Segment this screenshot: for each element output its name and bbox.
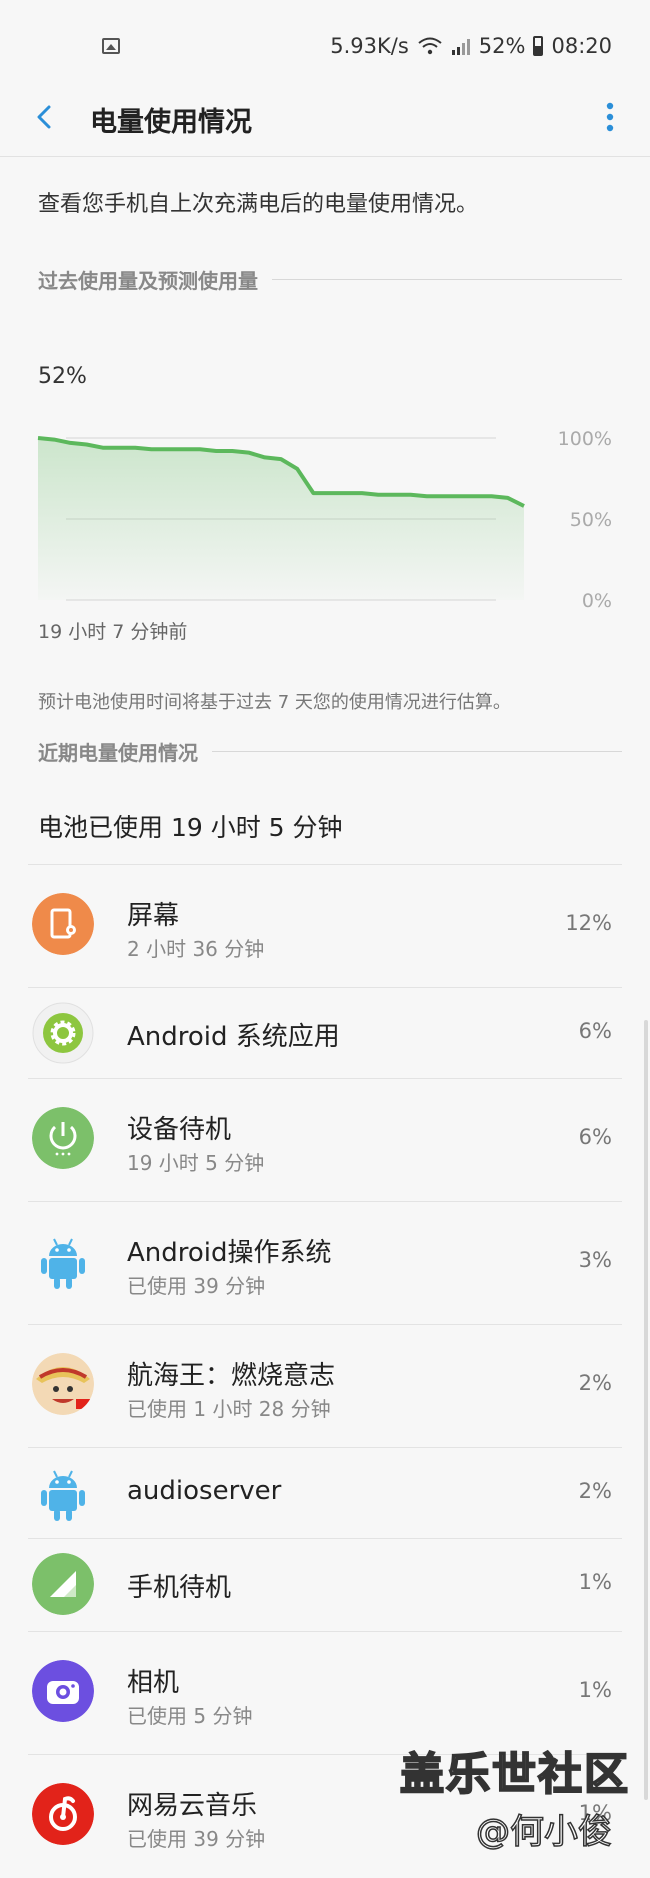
section-header-recent: 近期电量使用情况: [38, 737, 622, 766]
divider: [272, 279, 622, 280]
y-tick-label: 50%: [570, 509, 612, 531]
app-name: 设备待机: [127, 1115, 232, 1145]
wifi-icon: [418, 37, 442, 55]
battery-used-total: 电池已使用 19 小时 5 分钟: [38, 813, 343, 842]
app-usage-time: 已使用 1 小时 28 分钟: [127, 1397, 331, 1421]
status-bar: 5.93K/s 52% 08:20: [0, 0, 650, 80]
netease-music-icon: [32, 1783, 94, 1845]
app-usage-time: 已使用 39 分钟: [127, 1274, 266, 1298]
app-usage-percent: 12%: [565, 911, 612, 935]
list-item[interactable]: Android操作系统 已使用 39 分钟 3%: [28, 1201, 622, 1324]
app-name: 航海王：燃烧意志: [127, 1361, 336, 1391]
app-usage-time: 已使用 5 分钟: [127, 1704, 253, 1728]
app-usage-time: 2 小时 36 分钟: [127, 937, 265, 961]
battery-icon: [533, 36, 544, 56]
camera-icon: [32, 1660, 94, 1722]
android-icon: [41, 1238, 85, 1289]
app-name: 手机待机: [127, 1573, 232, 1603]
app-usage-percent: 6%: [578, 1125, 612, 1149]
y-tick-label: 100%: [558, 428, 612, 450]
app-usage-percent: 1%: [578, 1678, 612, 1702]
game-icon: [32, 1353, 94, 1415]
intro-text: 查看您手机自上次充满电后的电量使用情况。: [38, 192, 479, 217]
app-name: Android 系统应用: [127, 1022, 340, 1052]
usage-area: [38, 438, 524, 600]
android-system-icon: [32, 1002, 94, 1064]
clock: 08:20: [551, 34, 612, 58]
app-usage-time: 19 小时 5 分钟: [127, 1151, 265, 1175]
scrollbar[interactable]: [644, 1020, 648, 1800]
signal-icon: [32, 1553, 94, 1615]
app-usage-percent: 2%: [578, 1371, 612, 1395]
more-options-icon[interactable]: [606, 102, 614, 132]
list-item[interactable]: 屏幕 2 小时 36 分钟 12%: [28, 864, 622, 987]
cellular-signal-icon: [451, 39, 470, 55]
screen-icon: [32, 893, 94, 955]
app-usage-percent: 3%: [578, 1248, 612, 1272]
list-item[interactable]: Android 系统应用 6%: [28, 987, 622, 1078]
app-bar: 电量使用情况: [0, 80, 650, 157]
network-speed: 5.93K/s: [330, 34, 409, 58]
y-tick-label: 0%: [582, 590, 612, 612]
list-item[interactable]: 手机待机 1%: [28, 1538, 622, 1631]
app-usage-list: 屏幕 2 小时 36 分钟 12% Android 系统应用 6% 设备待机 1…: [28, 864, 622, 1877]
app-name: Android操作系统: [127, 1238, 332, 1268]
battery-chart-svg: 52% 100% 50% 0% 19 小时 7 分钟前: [37, 364, 612, 643]
x-axis-label: 19 小时 7 分钟前: [38, 621, 187, 643]
app-usage-percent: 2%: [578, 1479, 612, 1503]
estimate-note: 预计电池使用时间将基于过去 7 天您的使用情况进行估算。: [38, 692, 511, 713]
power-icon: [32, 1107, 94, 1169]
page-title: 电量使用情况: [90, 107, 252, 138]
section-title: 过去使用量及预测使用量: [38, 269, 258, 293]
section-title: 近期电量使用情况: [38, 741, 198, 765]
list-item[interactable]: audioserver 2%: [28, 1447, 622, 1538]
app-name: 屏幕: [127, 901, 180, 931]
back-arrow-icon[interactable]: [30, 102, 60, 132]
divider: [212, 751, 622, 752]
watermark-title: 盖乐世社区: [399, 1748, 630, 1801]
list-item[interactable]: 设备待机 19 小时 5 分钟 6%: [28, 1078, 622, 1201]
battery-chart: 52% 100% 50% 0% 19 小时 7 分钟前: [0, 360, 650, 650]
app-name: 网易云音乐: [127, 1791, 258, 1821]
list-item[interactable]: 航海王：燃烧意志 已使用 1 小时 28 分钟 2%: [28, 1324, 622, 1447]
app-name: 相机: [127, 1668, 180, 1698]
watermark-author: @何小俊: [475, 1811, 613, 1853]
image-notification-icon: [102, 38, 120, 54]
app-usage-percent: 1%: [578, 1570, 612, 1594]
list-item[interactable]: 相机 已使用 5 分钟 1%: [28, 1631, 622, 1754]
status-right: 5.93K/s 52% 08:20: [330, 34, 612, 58]
app-usage-percent: 6%: [578, 1019, 612, 1043]
app-usage-time: 已使用 39 分钟: [127, 1827, 266, 1851]
battery-percent: 52%: [478, 34, 526, 58]
section-header-past: 过去使用量及预测使用量: [38, 265, 622, 294]
app-name: audioserver: [127, 1476, 282, 1506]
android-icon: [41, 1470, 85, 1521]
current-battery-label: 52%: [38, 364, 87, 389]
